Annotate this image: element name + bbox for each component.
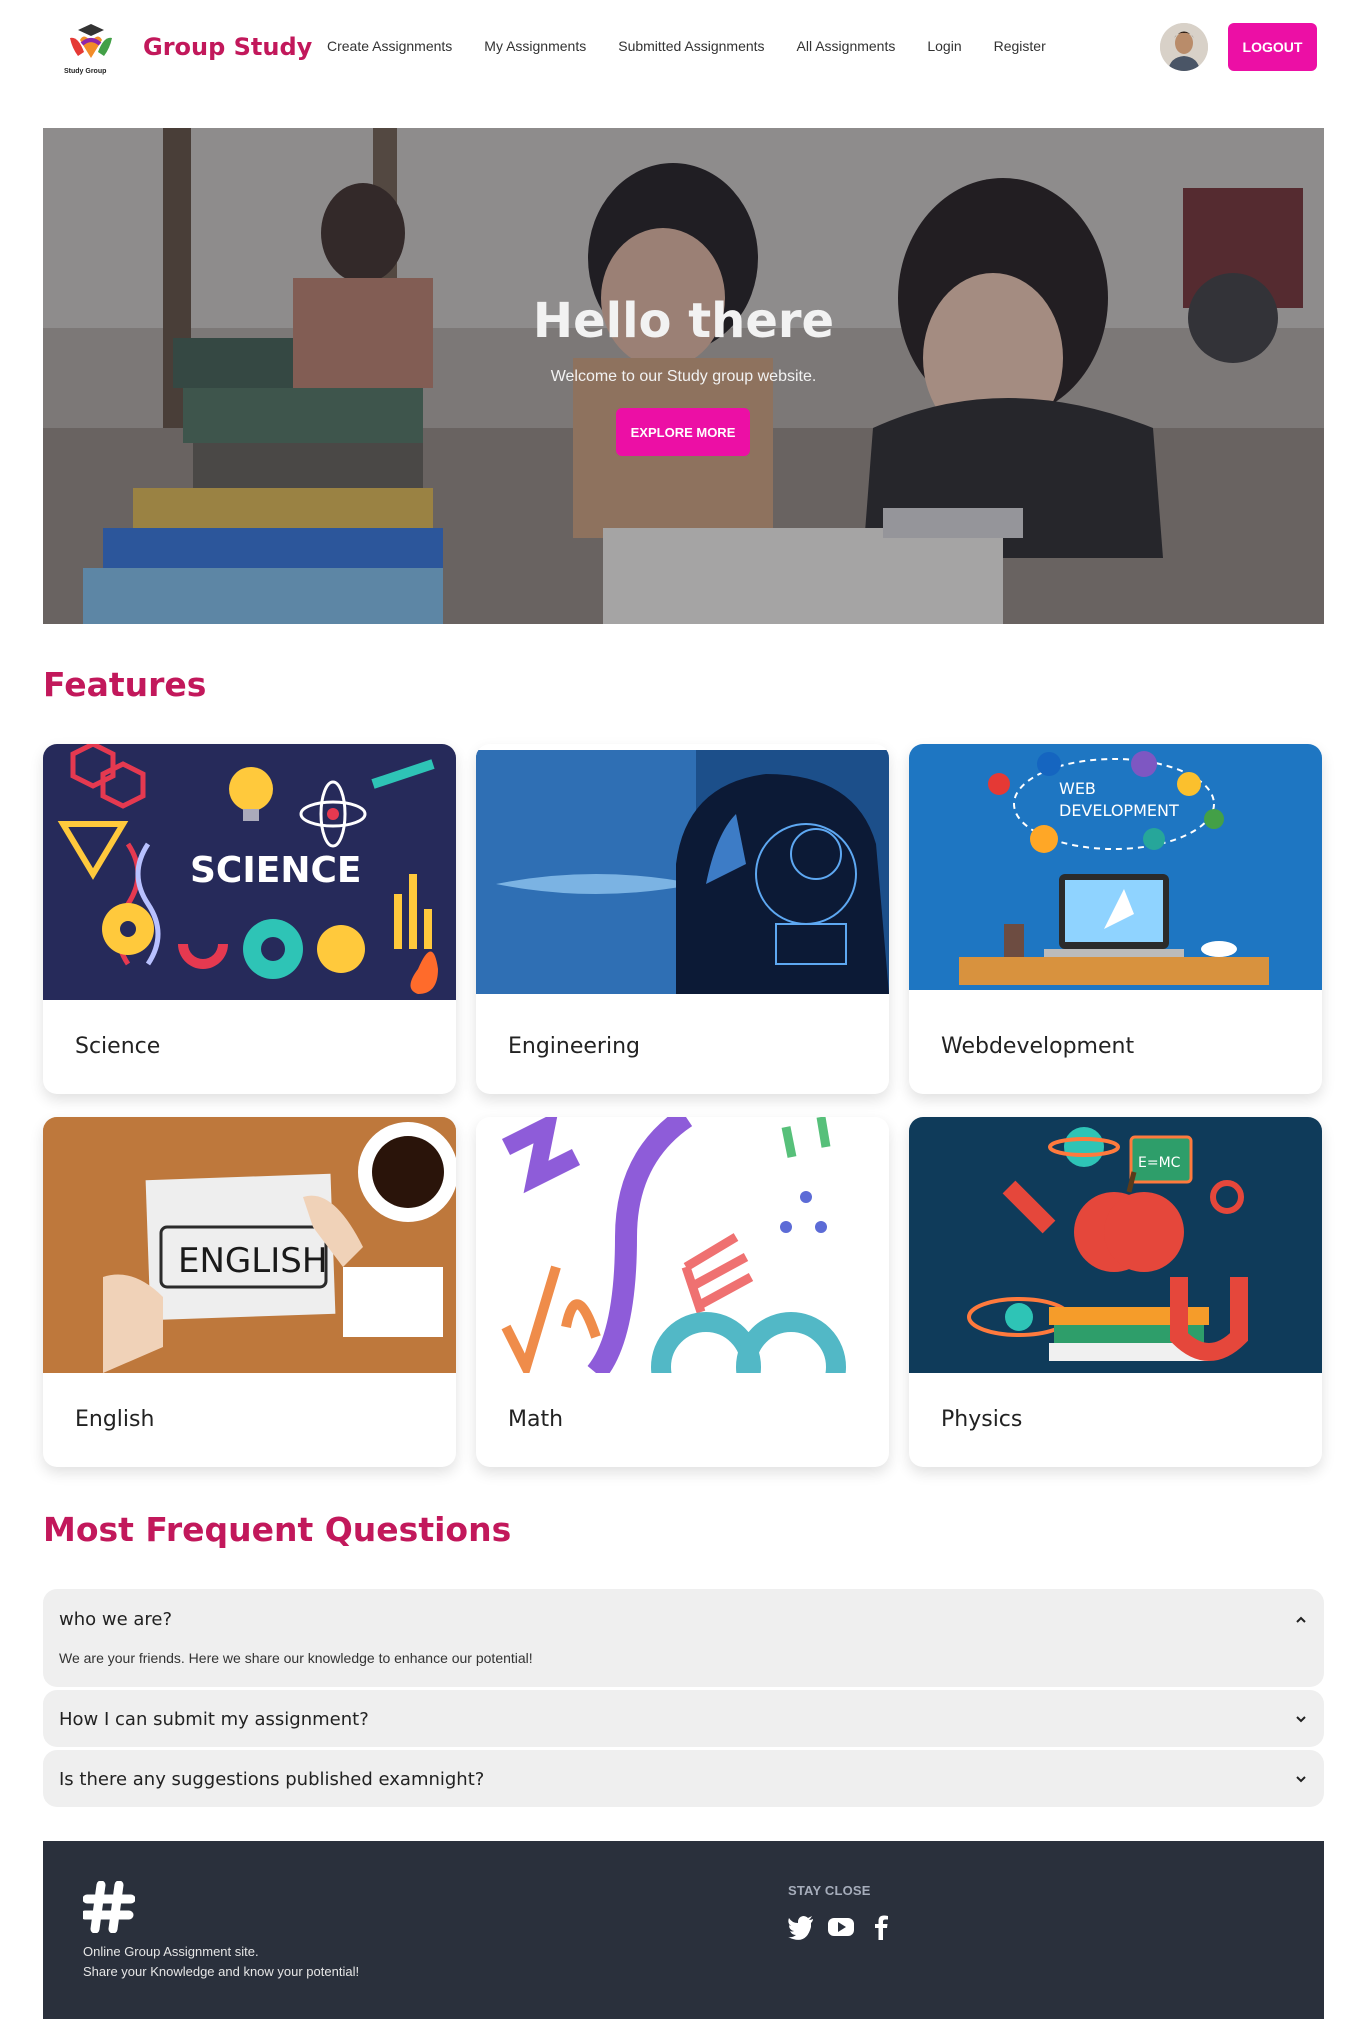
nav-all-assignments[interactable]: All Assignments: [797, 38, 896, 54]
svg-text:E=MC: E=MC: [1138, 1155, 1181, 1171]
feature-card-science[interactable]: SCIENCE Science: [43, 744, 456, 1094]
card-label: Physics: [941, 1407, 1023, 1432]
faq-item-submit-assignment[interactable]: How I can submit my assignment?: [43, 1690, 1324, 1747]
faq-question[interactable]: Is there any suggestions published examn…: [59, 1769, 484, 1790]
faq-item-who-we-are[interactable]: who we are? We are your friends. Here we…: [43, 1589, 1324, 1687]
faq-question[interactable]: How I can submit my assignment?: [59, 1709, 369, 1730]
logo-caption: Study Group: [64, 68, 107, 75]
faq-item-suggestions[interactable]: Is there any suggestions published examn…: [43, 1750, 1324, 1807]
card-label: Webdevelopment: [941, 1034, 1135, 1059]
nav-submitted-assignments[interactable]: Submitted Assignments: [618, 38, 764, 54]
nav-create-assignments[interactable]: Create Assignments: [327, 38, 452, 54]
chevron-up-icon[interactable]: [1294, 1613, 1308, 1627]
footer-line-1: Online Group Assignment site.: [83, 1944, 259, 1959]
nav-links: Create Assignments My Assignments Submit…: [327, 38, 1078, 54]
logout-button[interactable]: LOGOUT: [1228, 23, 1317, 71]
math-image: [476, 1117, 889, 1373]
feature-card-engineering[interactable]: Engineering: [476, 744, 889, 1094]
card-label: English: [75, 1407, 155, 1432]
card-label: Science: [75, 1034, 161, 1059]
faq-answer: We are your friends. Here we share our k…: [59, 1650, 533, 1666]
hero-title: Hello there: [532, 293, 835, 349]
stay-close-heading: STAY CLOSE: [788, 1883, 871, 1898]
physics-image: E=MC: [909, 1117, 1322, 1373]
nav-register[interactable]: Register: [994, 38, 1046, 54]
facebook-icon[interactable]: [867, 1913, 895, 1941]
study-group-logo[interactable]: Study Group: [60, 18, 122, 80]
svg-text:DEVELOPMENT: DEVELOPMENT: [1059, 801, 1179, 820]
science-image: SCIENCE: [43, 744, 456, 1000]
footer: Online Group Assignment site. Share your…: [43, 1841, 1324, 2019]
hashtag-logo-icon: [83, 1881, 135, 1933]
feature-card-english[interactable]: ENGLISH English: [43, 1117, 456, 1467]
science-image-text: SCIENCE: [190, 850, 361, 891]
svg-text:WEB: WEB: [1059, 779, 1096, 798]
nav-my-assignments[interactable]: My Assignments: [484, 38, 586, 54]
footer-line-2: Share your Knowledge and know your poten…: [83, 1964, 360, 1979]
card-label: Math: [508, 1407, 564, 1432]
explore-more-button[interactable]: EXPLORE MORE: [616, 408, 750, 456]
twitter-icon[interactable]: [787, 1913, 815, 1941]
youtube-icon[interactable]: [827, 1913, 855, 1941]
engineering-image: [476, 744, 889, 1000]
faq-question[interactable]: who we are?: [59, 1609, 172, 1630]
feature-card-physics[interactable]: E=MC Physics: [909, 1117, 1322, 1467]
footer-description: Online Group Assignment site. Share your…: [83, 1942, 359, 1982]
user-avatar[interactable]: [1160, 23, 1208, 71]
hero-subtitle: Welcome to our Study group website.: [550, 368, 817, 385]
faq-title: Most Frequent Questions: [43, 1510, 512, 1549]
english-image-text: ENGLISH: [178, 1241, 327, 1281]
navbar: Study Group Group Study Create Assignmen…: [0, 0, 1366, 98]
hero-banner: Hello there Welcome to our Study group w…: [43, 128, 1324, 624]
webdevelopment-image: WEB DEVELOPMENT: [909, 744, 1322, 1000]
brand-name[interactable]: Group Study: [143, 33, 312, 61]
feature-card-webdevelopment[interactable]: WEB DEVELOPMENT Webdevelopment: [909, 744, 1322, 1094]
chevron-down-icon[interactable]: [1294, 1772, 1308, 1786]
chevron-down-icon[interactable]: [1294, 1712, 1308, 1726]
features-title: Features: [43, 665, 207, 704]
english-image: ENGLISH: [43, 1117, 456, 1373]
card-label: Engineering: [508, 1034, 640, 1059]
nav-login[interactable]: Login: [927, 38, 961, 54]
feature-card-math[interactable]: Math: [476, 1117, 889, 1467]
